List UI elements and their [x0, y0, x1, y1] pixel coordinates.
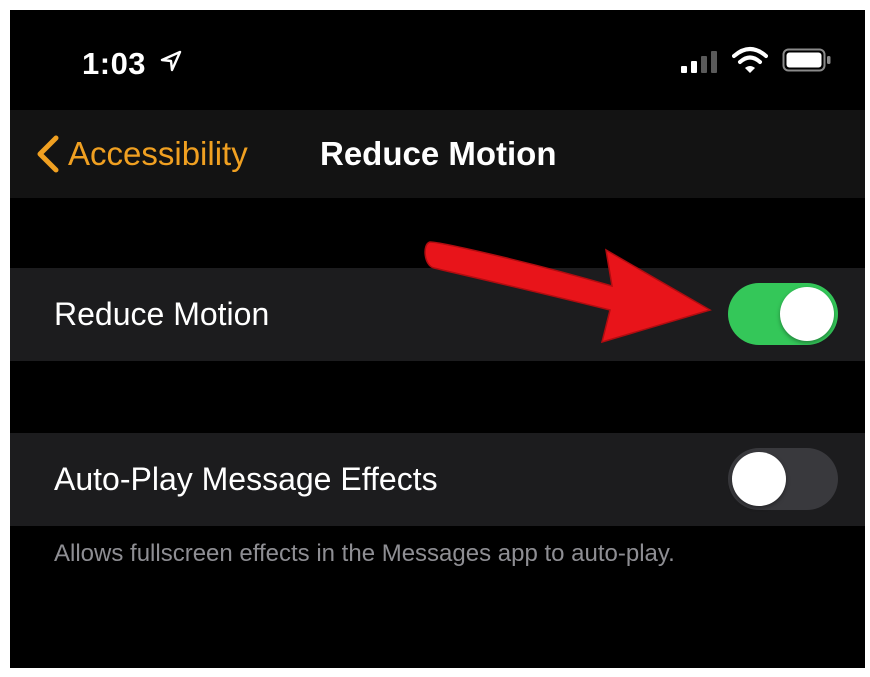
- setting-label: Auto-Play Message Effects: [54, 461, 438, 497]
- cellular-signal-icon: [681, 51, 717, 73]
- setting-row-reduce-motion: Reduce Motion: [10, 268, 865, 361]
- auto-play-message-effects-toggle[interactable]: [728, 448, 838, 510]
- toggle-knob: [732, 452, 786, 506]
- back-button[interactable]: Accessibility: [34, 132, 248, 176]
- navigation-bar: Accessibility Reduce Motion: [10, 110, 865, 198]
- battery-icon: [782, 48, 831, 72]
- reduce-motion-toggle[interactable]: [728, 283, 838, 345]
- status-bar: 1:03: [10, 10, 865, 110]
- chevron-left-icon: [37, 135, 59, 173]
- location-arrow-icon: [160, 50, 182, 72]
- footer-description: Allows fullscreen effects in the Message…: [54, 540, 675, 567]
- settings-screen: 1:03 Accessibility Reduce Motion Reduce …: [10, 10, 865, 668]
- status-time: 1:03: [82, 46, 147, 81]
- setting-label: Reduce Motion: [54, 296, 270, 332]
- wifi-icon: [732, 47, 768, 73]
- page-title: Reduce Motion: [320, 135, 557, 172]
- back-button-label: Accessibility: [68, 135, 248, 172]
- setting-row-auto-play-message-effects: Auto-Play Message Effects: [10, 433, 865, 526]
- toggle-knob: [780, 287, 834, 341]
